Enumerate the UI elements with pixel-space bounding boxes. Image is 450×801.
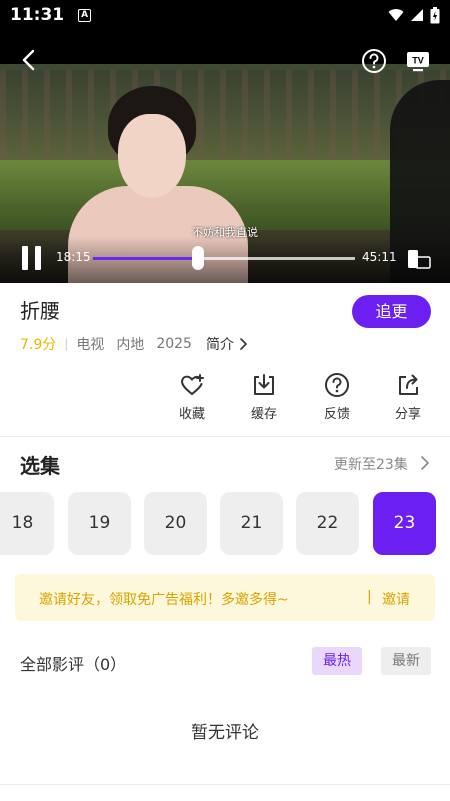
drama-score: 7.9分 (20, 337, 57, 353)
reviews-heading: 全部影评（0） (20, 655, 127, 674)
status-time: 11:31 (10, 5, 65, 25)
bottom-divider (0, 784, 450, 785)
episode-item[interactable]: 20 (144, 492, 207, 555)
chevron-right-icon[interactable] (237, 337, 249, 351)
signal-icon (411, 9, 423, 21)
battery-charging-icon (430, 6, 440, 23)
fullscreen-rotate-icon[interactable] (406, 247, 432, 271)
video-player[interactable]: TV 不妨和我直说 18:15 45:11 (0, 30, 450, 283)
tv-cast-icon[interactable]: TV (405, 48, 431, 74)
invite-text: 邀请好友，领取免广告福利！多邀多得~ (39, 592, 289, 608)
intro-link[interactable]: 简介 (206, 334, 234, 354)
episode-list: 18 19 20 21 22 23 (0, 492, 450, 556)
help-icon (325, 373, 349, 397)
episode-item-active[interactable]: 23 (373, 492, 436, 555)
episodes-heading: 选集 (20, 454, 60, 478)
drama-region: 内地 (116, 337, 145, 353)
share-button[interactable]: 分享 (384, 372, 432, 422)
episode-item[interactable]: 19 (68, 492, 131, 555)
share-label: 分享 (394, 407, 421, 422)
feedback-label: 反馈 (323, 407, 350, 422)
follow-button[interactable]: 追更 (352, 295, 431, 328)
progress-fill (93, 257, 198, 260)
invite-separator: | (367, 589, 372, 605)
feedback-button[interactable]: 反馈 (313, 372, 361, 422)
meta-divider: | (64, 337, 69, 351)
favorite-label: 收藏 (178, 407, 205, 422)
sort-hot-tab[interactable]: 最热 (312, 647, 362, 675)
favorite-button[interactable]: 收藏 (168, 372, 216, 422)
episode-item[interactable]: 21 (220, 492, 283, 555)
drama-meta: 7.9分 | 电视 内地 2025 简介 (20, 334, 249, 354)
player-controls: 18:15 45:11 (0, 236, 450, 283)
back-arrow-icon[interactable] (18, 48, 42, 72)
sort-new-tab[interactable]: 最新 (381, 647, 431, 675)
total-time: 45:11 (362, 250, 397, 264)
current-time: 18:15 (56, 250, 91, 264)
progress-thumb[interactable] (191, 246, 204, 270)
pause-icon[interactable] (22, 246, 42, 270)
wifi-icon (388, 9, 404, 21)
share-icon (399, 374, 418, 395)
drama-title: 折腰 (20, 299, 60, 323)
heart-plus-icon (181, 374, 204, 395)
empty-reviews-text: 暂无评论 (191, 723, 259, 743)
svg-text:TV: TV (412, 56, 424, 66)
section-divider (0, 436, 450, 437)
chevron-right-icon[interactable] (419, 455, 431, 471)
download-icon (254, 374, 274, 395)
invite-banner[interactable]: 邀请好友，领取免广告福利！多邀多得~ | 邀请 (15, 574, 435, 621)
drama-type: 电视 (76, 337, 105, 353)
status-bar: 11:31 A (0, 0, 450, 30)
action-bar: 收藏 缓存 反馈 分享 (0, 372, 450, 428)
notification-a-icon: A (78, 8, 92, 22)
download-label: 缓存 (250, 407, 277, 422)
episodes-update-link[interactable]: 更新至23集 (334, 454, 408, 474)
drama-year: 2025 (156, 336, 192, 352)
help-icon[interactable] (361, 48, 387, 74)
progress-track[interactable] (93, 257, 355, 260)
episode-item[interactable]: 18 (0, 492, 54, 555)
download-button[interactable]: 缓存 (240, 372, 288, 422)
invite-button[interactable]: 邀请 (382, 589, 410, 609)
episode-item[interactable]: 22 (296, 492, 359, 555)
